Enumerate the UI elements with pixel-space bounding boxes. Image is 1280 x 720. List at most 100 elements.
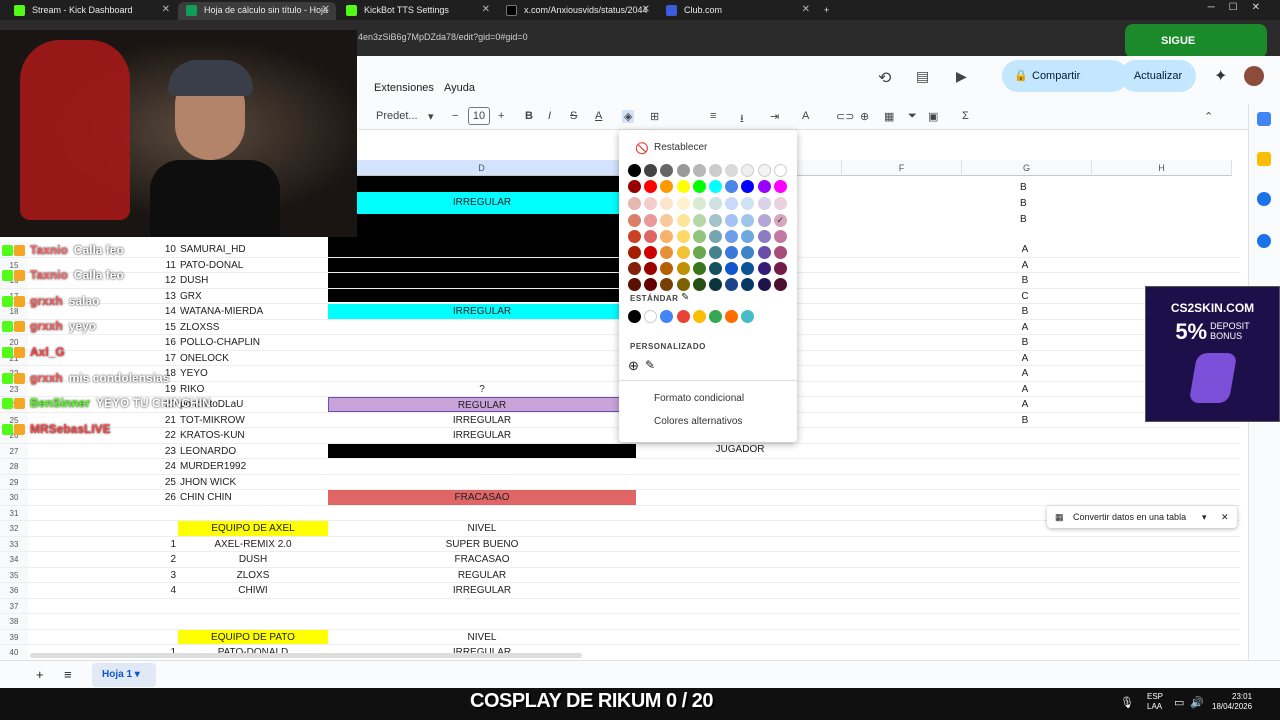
row-number[interactable]: 28 (0, 459, 28, 474)
color-swatch[interactable] (741, 197, 755, 210)
color-swatch[interactable] (725, 197, 739, 210)
cell-grade[interactable] (1015, 459, 1035, 474)
color-swatch[interactable] (709, 180, 722, 193)
contacts-icon[interactable] (1257, 234, 1271, 248)
font-select[interactable]: Predet... (376, 110, 418, 122)
cell-level[interactable]: IRREGULAR (328, 583, 636, 598)
color-swatch[interactable] (757, 214, 771, 227)
cell-level[interactable]: NIVEL (328, 521, 636, 536)
cell-level[interactable] (328, 335, 636, 350)
cell-player[interactable]: ZLOXSS (178, 320, 328, 335)
table-row[interactable]: 35 3 ZLOXS REGULAR (0, 567, 1240, 583)
cell-level[interactable] (328, 599, 636, 614)
cell-level[interactable]: REGULAR (328, 397, 636, 412)
add-sheet-button[interactable]: + (36, 667, 44, 682)
cell-player[interactable]: CHIWI (178, 583, 328, 598)
cell-grade[interactable]: B (1015, 413, 1035, 428)
row-number[interactable]: 33 (0, 536, 28, 551)
color-swatch[interactable] (628, 230, 641, 243)
cell-level[interactable] (328, 475, 636, 490)
color-swatch[interactable] (757, 230, 771, 243)
color-swatch[interactable] (660, 197, 674, 210)
color-swatch[interactable] (692, 197, 706, 210)
functions-button[interactable]: Σ (962, 110, 969, 122)
color-swatch[interactable] (660, 278, 674, 291)
chat-username[interactable]: Axl_G (30, 345, 65, 359)
color-swatch[interactable] (692, 180, 706, 193)
column-header-d[interactable]: D (328, 160, 636, 176)
browser-tab-kick[interactable]: Stream - Kick Dashboard ✕ (6, 2, 176, 20)
color-swatch[interactable] (725, 164, 739, 177)
chat-username[interactable]: Taxnio (30, 268, 68, 282)
color-swatch[interactable] (644, 214, 658, 227)
color-swatch[interactable] (725, 230, 739, 243)
valign-icon[interactable]: ⭳ (740, 110, 744, 129)
increase-font-button[interactable]: + (498, 110, 504, 122)
close-icon[interactable]: ✕ (162, 2, 170, 18)
cell-grade[interactable] (1015, 552, 1035, 567)
cell-index[interactable] (104, 521, 176, 536)
fill-color-icon[interactable]: ◈ (622, 110, 635, 123)
edit-icon[interactable]: ✎ (681, 292, 689, 303)
new-tab-button[interactable]: + (818, 2, 842, 20)
table-row[interactable]: 36 4 CHIWI IRREGULAR (0, 583, 1240, 599)
color-swatch[interactable] (660, 262, 674, 275)
text-color-button[interactable]: A (595, 110, 602, 122)
color-swatch[interactable] (660, 164, 674, 177)
gemini-icon[interactable]: ✦ (1214, 66, 1227, 86)
cell-index[interactable]: 2 (104, 552, 176, 567)
cell-player[interactable]: KRATOS-KUN (178, 428, 328, 443)
cell-grade[interactable]: A (1015, 397, 1035, 412)
color-swatch[interactable] (741, 262, 755, 275)
color-swatch[interactable] (692, 262, 706, 275)
color-swatch[interactable] (692, 278, 706, 291)
cell-grade[interactable]: A (1015, 242, 1035, 257)
table-row[interactable]: 28 24 MURDER1992 (0, 459, 1240, 475)
chat-username[interactable]: MRSebasLIVE (30, 422, 111, 436)
standard-color-swatch[interactable] (676, 310, 690, 323)
insert-comment-icon[interactable]: ⊕ (860, 110, 869, 123)
wifi-icon[interactable]: ▭ (1174, 696, 1184, 709)
color-swatch[interactable] (628, 278, 641, 291)
color-swatch[interactable] (628, 180, 641, 193)
cell-grade[interactable] (1015, 521, 1035, 536)
color-swatch[interactable] (741, 278, 755, 291)
standard-color-swatch[interactable] (628, 310, 641, 323)
browser-tab-kickbot[interactable]: KickBot TTS Settings ✕ (338, 2, 496, 20)
color-swatch[interactable] (660, 230, 674, 243)
table-row[interactable]: 30 26 CHIN CHIN FRACASAO (0, 490, 1240, 506)
wrap-icon[interactable]: ⇥ (770, 110, 779, 123)
cell-grade[interactable] (1015, 645, 1035, 660)
cell-index[interactable]: 25 (104, 475, 176, 490)
color-swatch[interactable] (773, 246, 787, 259)
color-swatch[interactable] (741, 230, 755, 243)
color-swatch[interactable] (773, 180, 787, 193)
meet-icon[interactable]: ▶ (956, 68, 967, 85)
color-swatch[interactable] (692, 164, 706, 177)
cell-player[interactable]: WATANA-MIERDA (178, 304, 328, 319)
horizontal-scrollbar[interactable] (30, 653, 582, 658)
cell-g-top-2[interactable]: B (1020, 198, 1027, 209)
cell-level[interactable]: IRREGULAR (328, 413, 636, 428)
avatar[interactable] (1244, 66, 1264, 86)
cell-level[interactable]: SUPER BUENO (328, 537, 636, 552)
table-row[interactable]: 38 (0, 614, 1240, 630)
cell-player[interactable]: CHIN CHIN (178, 490, 328, 505)
cell-level[interactable]: FRACASAO (328, 552, 636, 567)
cell-player[interactable]: YEYO (178, 366, 328, 381)
cell-player[interactable]: ZLOXS (178, 568, 328, 583)
table-row[interactable]: 34 2 DUSH FRACASAO (0, 552, 1240, 568)
cell-level[interactable]: NIVEL (328, 630, 636, 645)
color-swatch[interactable] (757, 246, 771, 259)
cell-grade[interactable] (1015, 583, 1035, 598)
alternating-colors-item[interactable]: Colores alternativos (654, 416, 742, 427)
standard-color-swatch[interactable] (660, 310, 674, 323)
menu-help[interactable]: Ayuda (444, 82, 475, 94)
standard-color-swatch[interactable] (725, 310, 739, 323)
color-swatch[interactable] (692, 246, 706, 259)
color-swatch[interactable] (773, 262, 787, 275)
lang-indicator[interactable]: ESP LAA (1147, 692, 1163, 712)
cell-grade[interactable] (1015, 444, 1035, 459)
color-swatch[interactable] (660, 214, 674, 227)
color-swatch[interactable] (709, 197, 722, 210)
